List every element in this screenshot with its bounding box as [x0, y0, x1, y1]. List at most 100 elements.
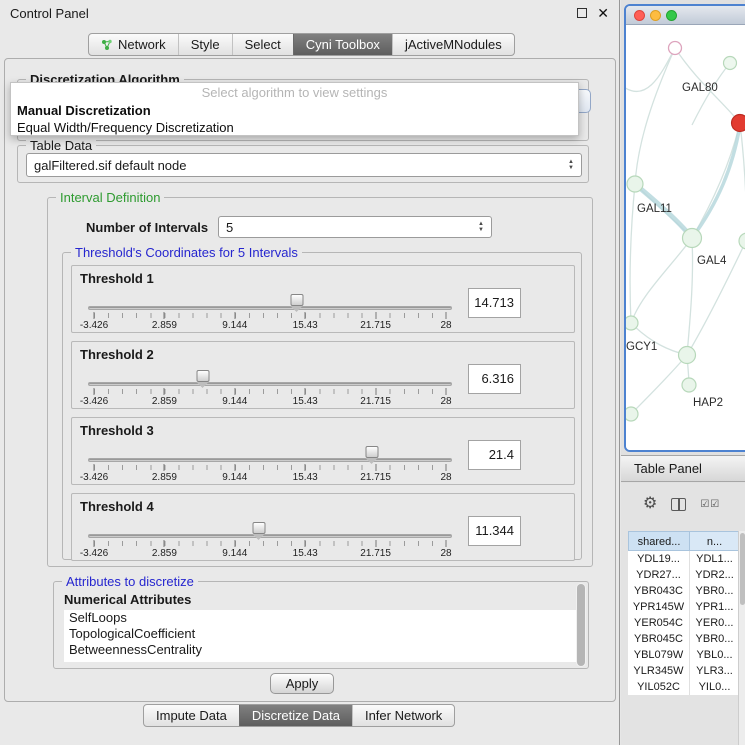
- table-cell: YBR045C: [628, 631, 690, 647]
- threshold-label: Threshold 4: [80, 499, 154, 514]
- dropdown-option-equal-width-frequency[interactable]: Equal Width/Frequency Discretization: [11, 119, 578, 136]
- control-panel-titlebar: Control Panel ✕: [0, 0, 619, 26]
- table-cell: YIL052C: [628, 679, 690, 695]
- table-panel-titlebar: Table Panel: [621, 455, 745, 482]
- network-node[interactable]: [626, 407, 638, 421]
- tab-label: Discretize Data: [252, 708, 340, 723]
- table-row[interactable]: YBR045CYBR0...: [628, 631, 740, 647]
- number-of-intervals-label: Number of Intervals: [86, 220, 208, 235]
- network-node[interactable]: [724, 57, 737, 70]
- bottom-tab-bar: Impute Data Discretize Data Infer Networ…: [143, 704, 455, 727]
- threshold-4-slider[interactable]: -3.4262.8599.14415.4321.71528: [88, 518, 452, 562]
- algorithm-dropdown-popup: Select algorithm to view settings Manual…: [10, 82, 579, 136]
- threshold-value-field[interactable]: 14.713: [468, 288, 521, 318]
- network-node[interactable]: [682, 378, 696, 392]
- tab-style[interactable]: Style: [178, 34, 232, 55]
- cyni-toolbox-panel: Discretization Algorithm Select algorith…: [4, 58, 616, 702]
- numerical-attributes-list[interactable]: SelfLoopsTopologicalCoefficientBetweenne…: [64, 610, 580, 662]
- slider-thumb[interactable]: [253, 522, 266, 534]
- table-data-group: Table Data galFiltered.sif default node …: [17, 145, 589, 183]
- network-window-titlebar[interactable]: [626, 6, 745, 25]
- number-of-intervals-combobox[interactable]: 5 ▲▼: [218, 216, 492, 238]
- table-cell: YDR27...: [628, 567, 690, 583]
- column-header-shared-name[interactable]: shared...: [628, 531, 690, 551]
- network-node[interactable]: [683, 229, 702, 248]
- network-thick-edges: [635, 125, 740, 238]
- table-panel-title: Table Panel: [634, 461, 702, 476]
- tab-impute-data[interactable]: Impute Data: [144, 705, 239, 726]
- threshold-value-field[interactable]: 11.344: [468, 516, 521, 546]
- table-row[interactable]: YBR043CYBR0...: [628, 583, 740, 599]
- table-row[interactable]: YBL079WYBL0...: [628, 647, 740, 663]
- table-header-row: shared... n...: [628, 531, 740, 551]
- threshold-label: Threshold 3: [80, 423, 154, 438]
- threshold-2-slider[interactable]: -3.4262.8599.14415.4321.71528: [88, 366, 452, 410]
- dropdown-placeholder: Select algorithm to view settings: [11, 83, 578, 102]
- close-icon[interactable]: ✕: [597, 7, 609, 19]
- group-title: Table Data: [26, 138, 96, 153]
- attribute-list-item[interactable]: SelfLoops: [64, 610, 580, 626]
- dropdown-option-manual-discretization[interactable]: Manual Discretization: [11, 102, 578, 119]
- window-title: Control Panel: [10, 6, 89, 21]
- table-cell: YDL1...: [690, 551, 740, 567]
- slider-thumb[interactable]: [197, 370, 210, 382]
- table-scrollbar[interactable]: [738, 531, 745, 745]
- table-row[interactable]: YDL19...YDL1...: [628, 551, 740, 567]
- threshold-value-field[interactable]: 21.4: [468, 440, 521, 470]
- column-header-name[interactable]: n...: [690, 531, 740, 551]
- threshold-label: Threshold 1: [80, 271, 154, 286]
- node-label: GAL11: [637, 203, 672, 215]
- node-label: HAP2: [693, 397, 723, 409]
- threshold-2-panel: Threshold 2 -3.4262.8599.14415.4321.7152…: [71, 341, 575, 409]
- tab-network[interactable]: Network: [89, 34, 178, 55]
- slider-thumb[interactable]: [366, 446, 379, 458]
- tab-discretize-data[interactable]: Discretize Data: [239, 705, 352, 726]
- table-row[interactable]: YER054CYER0...: [628, 615, 740, 631]
- minimize-traffic-light-icon[interactable]: [650, 10, 661, 21]
- threshold-label: Threshold 2: [80, 347, 154, 362]
- threshold-value-field[interactable]: 6.316: [468, 364, 521, 394]
- network-node-selected[interactable]: [732, 115, 745, 132]
- columns-icon[interactable]: [671, 498, 686, 511]
- table-cell: YLR345W: [628, 663, 690, 679]
- network-canvas[interactable]: GAL80 GAL11 GAL4 GCY1 HAP2: [626, 25, 745, 450]
- network-node[interactable]: [739, 233, 745, 249]
- tab-label: Network: [118, 37, 166, 52]
- tab-infer-network[interactable]: Infer Network: [352, 705, 454, 726]
- network-node[interactable]: [669, 42, 682, 55]
- threshold-3-slider[interactable]: -3.4262.8599.14415.4321.71528: [88, 442, 452, 486]
- apply-button[interactable]: Apply: [270, 673, 334, 694]
- close-traffic-light-icon[interactable]: [634, 10, 645, 21]
- float-window-icon[interactable]: [577, 8, 587, 18]
- group-title: Threshold's Coordinates for 5 Intervals: [71, 245, 302, 260]
- attribute-list-item[interactable]: TopologicalCoefficient: [64, 626, 580, 642]
- tab-cyni-toolbox[interactable]: Cyni Toolbox: [293, 34, 392, 55]
- slider-thumb[interactable]: [291, 294, 304, 306]
- select-columns-icon[interactable]: ☑☑: [700, 499, 720, 510]
- tab-jactivemnodules[interactable]: jActiveMNodules: [392, 34, 514, 55]
- table-row[interactable]: YPR145WYPR1...: [628, 599, 740, 615]
- group-title: Interval Definition: [56, 190, 164, 205]
- threshold-1-panel: Threshold 1 -3.4262.8599.14415.4321.7152…: [71, 265, 575, 333]
- tab-select[interactable]: Select: [232, 34, 293, 55]
- table-row[interactable]: YIL052CYIL0...: [628, 679, 740, 695]
- attributes-scrollbar[interactable]: [576, 583, 586, 667]
- combobox-value: 5: [226, 220, 233, 235]
- node-label: GAL80: [682, 82, 718, 94]
- table-cell: YER0...: [690, 615, 740, 631]
- attribute-list-item[interactable]: BetweennessCentrality: [64, 642, 580, 658]
- network-node[interactable]: [626, 316, 638, 330]
- network-node[interactable]: [679, 347, 696, 364]
- network-node[interactable]: [627, 176, 643, 192]
- threshold-1-slider[interactable]: -3.4262.8599.14415.4321.71528: [88, 290, 452, 334]
- table-cell: YBR0...: [690, 631, 740, 647]
- table-cell: YER054C: [628, 615, 690, 631]
- table-data-combobox[interactable]: galFiltered.sif default node ▲▼: [26, 153, 582, 177]
- table-row[interactable]: YLR345WYLR3...: [628, 663, 740, 679]
- interval-definition-group: Interval Definition Number of Intervals …: [47, 197, 593, 567]
- zoom-traffic-light-icon[interactable]: [666, 10, 677, 21]
- node-attribute-table: shared... n... YDL19...YDL1...YDR27...YD…: [628, 531, 740, 695]
- threshold-3-panel: Threshold 3 -3.4262.8599.14415.4321.7152…: [71, 417, 575, 485]
- gear-icon[interactable]: ⚙: [643, 496, 657, 512]
- table-row[interactable]: YDR27...YDR2...: [628, 567, 740, 583]
